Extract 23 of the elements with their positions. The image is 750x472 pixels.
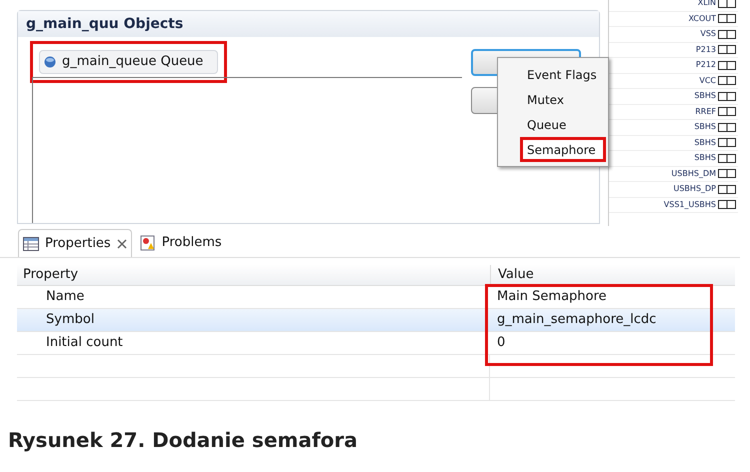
pin-label: VSS1_USBHS (664, 200, 716, 209)
pin-label: SBHS (694, 123, 716, 132)
pin-label: P212 (696, 61, 716, 70)
pin-label: SBHS (694, 154, 716, 162)
figure-caption: Rysunek 27. Dodanie semafora (8, 427, 359, 454)
pin-label: USBHS_DP (674, 185, 716, 194)
table-cell-text: Initial count (45, 334, 124, 352)
pin-label: XCOUT (688, 14, 716, 23)
column-header: Property (22, 266, 80, 284)
pin-label: USBHS_DM (671, 170, 716, 178)
pin-label: VCC (699, 76, 716, 85)
table-cell-text: Name (45, 288, 86, 306)
table-cell-text: Main Semaphore (496, 288, 607, 306)
column-header: Value (490, 264, 534, 284)
pin-label: VSS (700, 30, 716, 38)
pin-label: P213 (696, 46, 716, 54)
pin-label: SBHS (694, 138, 716, 147)
panel-title: g_main_quu Objects (18, 11, 599, 37)
table-cell-text: Symbol (45, 311, 96, 330)
pin-label: RREF (695, 108, 716, 116)
pin-label: SBHS (694, 92, 716, 100)
table-cell-text: 0 (496, 334, 506, 352)
table-cell-text: g_main_semaphore_lcdc (496, 311, 656, 330)
